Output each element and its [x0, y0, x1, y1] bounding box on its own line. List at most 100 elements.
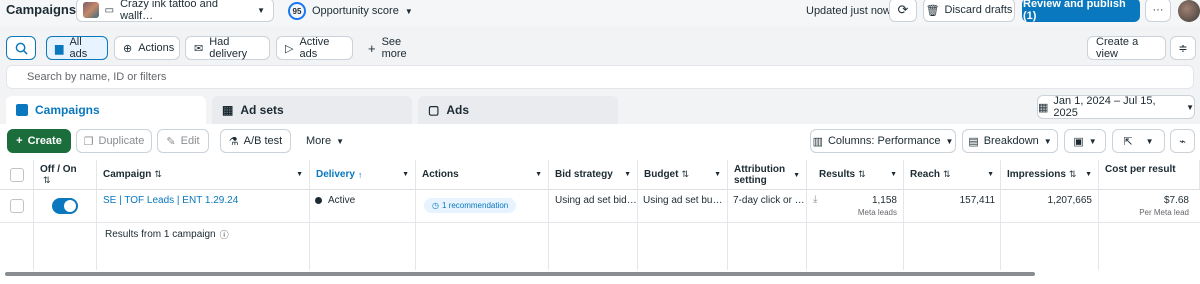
date-range-picker[interactable]: ▦ Jan 1, 2024 – Jul 15, 2025 ▼ — [1037, 95, 1195, 119]
reach-label: Reach — [910, 169, 941, 180]
actions-label: Actions — [422, 169, 459, 180]
charts-button[interactable]: ⌁ — [1170, 129, 1195, 153]
export-dropdown[interactable]: ⇱ ▼ — [1112, 129, 1165, 153]
sort-icon: ⇅ — [681, 169, 689, 179]
see-more-button[interactable]: + See more — [360, 36, 432, 60]
results-header[interactable]: Results ⇅ ▼ — [807, 160, 904, 190]
ab-test-button[interactable]: ⚗ A/B test — [220, 129, 291, 153]
bid-strategy-label: Bid strategy — [555, 169, 613, 180]
more-label: More — [306, 135, 332, 147]
breakdown-dropdown[interactable]: ▤ Breakdown ▼ — [962, 129, 1058, 153]
date-range-label: Jan 1, 2024 – Jul 15, 2025 — [1053, 95, 1156, 119]
filter-all-ads[interactable]: ▆ All ads — [46, 36, 108, 60]
cost-per-result-label: Cost per result — [1105, 164, 1176, 175]
columns-dropdown[interactable]: ▥ Columns: Performance ▼ — [810, 129, 956, 153]
bid-strategy-header[interactable]: Bid strategy ▼ — [549, 160, 638, 190]
duplicate-label: Duplicate — [98, 135, 145, 147]
campaign-toggle[interactable] — [52, 198, 78, 214]
search-toggle-button[interactable] — [6, 36, 36, 60]
grid-icon: ▦ — [222, 103, 234, 117]
more-dropdown[interactable]: More ▼ — [298, 129, 352, 153]
tab-ad-sets[interactable]: ▦ Ad sets — [212, 96, 412, 124]
campaign-header[interactable]: Campaign ⇅ ▼ — [97, 160, 310, 190]
refresh-button[interactable]: ⟳ — [889, 0, 917, 22]
caret-down-icon: ▼ — [624, 171, 631, 178]
caret-down-icon: ▼ — [793, 172, 800, 179]
cost-per-result-header[interactable]: Cost per result — [1099, 160, 1200, 190]
tab-campaigns[interactable]: Campaigns — [6, 96, 206, 124]
off-on-header[interactable]: Off / On ⇅ — [34, 160, 97, 190]
sort-asc-icon: ↑ — [357, 169, 363, 180]
results-value: 1,158 — [871, 195, 897, 206]
reports-dropdown[interactable]: ▣ ▼ — [1064, 129, 1106, 153]
active-status-dot — [315, 197, 322, 204]
account-selector[interactable]: ▭ Crazy ink tattoo and wallf… ▼ — [76, 0, 274, 22]
pencil-icon: ✎ — [166, 135, 176, 148]
flask-icon: ⚗ — [228, 135, 239, 148]
impressions-header[interactable]: Impressions ⇅ ▼ — [1001, 160, 1099, 190]
filter-actions[interactable]: ⊕ Actions — [114, 36, 180, 60]
duplicate-button[interactable]: ❐ Duplicate — [76, 129, 152, 153]
attribution-header[interactable]: Attribution setting ▼ — [728, 160, 807, 190]
more-icon: ··· — [1152, 4, 1164, 16]
opportunity-label: Opportunity score — [312, 5, 399, 17]
recommendation-badge[interactable]: ◷ 1 recommendation — [424, 198, 517, 213]
tab-ads[interactable]: ▢ Ads — [418, 96, 618, 124]
off-on-label: Off / On — [40, 163, 77, 175]
select-all-checkbox[interactable] — [9, 167, 24, 182]
recommendation-label: 1 recommendation — [441, 201, 509, 210]
more-options-button[interactable]: ··· — [1145, 0, 1171, 22]
filter-active-ads[interactable]: ▷ Active ads — [276, 36, 353, 60]
export-icon: ⇱ — [1123, 135, 1133, 148]
filter-had-delivery[interactable]: ✉ Had delivery — [185, 36, 270, 60]
edit-button[interactable]: ✎ Edit — [157, 129, 209, 153]
create-view-button[interactable]: Create a view — [1087, 36, 1166, 60]
reports-icon: ▣ — [1073, 135, 1084, 148]
filter-settings-button[interactable]: ≑ — [1170, 36, 1196, 60]
had-delivery-label: Had delivery — [209, 36, 248, 60]
campaign-name-link[interactable]: SE | TOF Leads | ENT 1.29.24 — [103, 195, 238, 206]
sort-icon: ⇅ — [154, 169, 162, 179]
campaign-label: Campaign — [103, 169, 152, 180]
search-input[interactable]: Search by name, ID or filters — [6, 65, 1194, 89]
opportunity-score[interactable]: 95 Opportunity score ▼ — [288, 2, 413, 20]
horizontal-scrollbar[interactable] — [5, 272, 1035, 276]
reach-value: 157,411 — [959, 195, 995, 206]
score-badge: 95 — [288, 2, 306, 20]
delivery-value: Active — [328, 195, 356, 206]
search-icon — [15, 42, 28, 55]
tab-ads-label: Ads — [446, 103, 470, 117]
campaigns-icon — [16, 104, 28, 116]
budget-value: Using ad set bu… — [643, 195, 723, 206]
cost-per-result-value: $7.68 — [1163, 195, 1189, 206]
ad-icon: ▢ — [428, 103, 440, 117]
caret-down-icon: ▼ — [890, 171, 897, 178]
delivery-header[interactable]: Delivery ↑ ▼ — [310, 160, 416, 190]
create-label: Create — [27, 135, 62, 147]
user-avatar[interactable] — [1178, 0, 1200, 22]
select-all-header — [0, 160, 34, 190]
row-checkbox[interactable] — [10, 199, 24, 213]
caret-down-icon: ▼ — [987, 171, 994, 178]
impressions-label: Impressions — [1007, 169, 1066, 180]
review-publish-button[interactable]: Review and publish (1) — [1022, 0, 1140, 22]
all-ads-label: All ads — [69, 36, 88, 60]
discard-drafts-button[interactable]: 🗑 Discard drafts — [923, 0, 1015, 22]
caret-down-icon: ▼ — [535, 171, 542, 178]
impressions-value: 1,207,665 — [1047, 195, 1093, 206]
budget-header[interactable]: Budget ⇅ ▼ — [638, 160, 728, 190]
cost-subtext: Per Meta lead — [1139, 208, 1189, 217]
attribution-value: 7-day click or … — [733, 195, 805, 206]
updated-status: Updated just now — [806, 5, 891, 17]
plus-icon: + — [16, 135, 23, 147]
sort-icon: ⇅ — [1068, 169, 1077, 179]
caret-down-icon: ▼ — [945, 136, 954, 146]
create-button[interactable]: + Create — [7, 129, 71, 153]
attribution-label-line2: setting — [734, 174, 767, 186]
actions-label: Actions — [138, 42, 175, 54]
actions-header[interactable]: Actions ▼ — [416, 160, 549, 190]
breakdown-label: Breakdown — [983, 135, 1039, 147]
summary-row: Results from 1 campaign ⓘ — [105, 228, 229, 241]
reach-header[interactable]: Reach ⇅ ▼ — [904, 160, 1001, 190]
info-icon[interactable]: ⓘ — [220, 228, 229, 241]
